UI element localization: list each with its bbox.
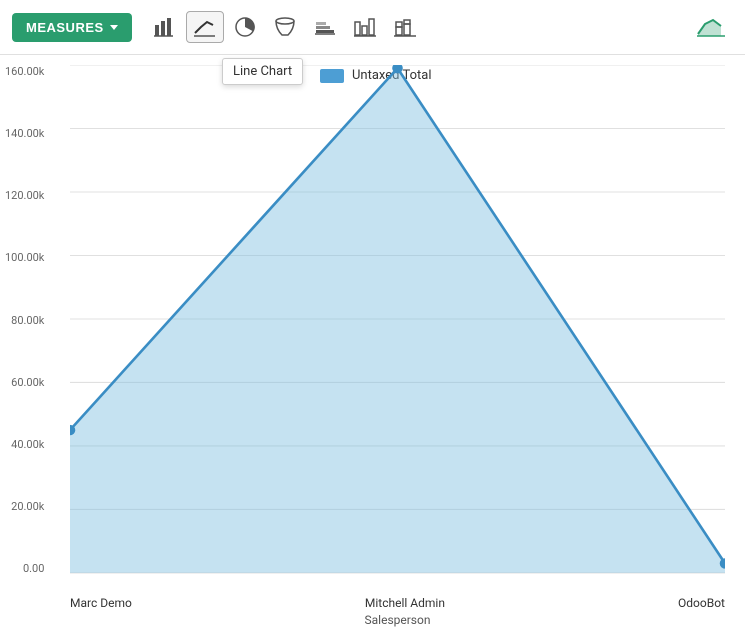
column2-icon [394,17,416,37]
line-chart-icon [194,17,216,37]
x-label-mitchell: Mitchell Admin [365,596,445,610]
tooltip-text: Line Chart [233,64,292,79]
funnel-icon [274,17,296,37]
stacked-bar-icon [314,17,336,37]
column1-icon [354,17,376,37]
funnel-button[interactable] [266,11,304,43]
toolbar: MEASURES [0,0,745,55]
chart-container: 160.00k 140.00k 120.00k 100.00k 80.00k 6… [0,55,745,625]
pie-chart-button[interactable] [226,11,264,43]
pie-chart-icon [234,17,256,37]
y-label-160k: 160.00k [5,65,44,78]
area-chart-button[interactable] [689,10,733,44]
line-chart-tooltip: Line Chart [222,58,303,85]
column2-button[interactable] [386,11,424,43]
y-label-40k: 40.00k [11,438,44,451]
y-label-120k: 120.00k [5,189,44,202]
chart-type-icons [146,11,424,43]
measures-button[interactable]: MEASURES [12,13,132,42]
bar-chart-icon [154,17,176,37]
x-axis-labels: Marc Demo Mitchell Admin OdooBot [70,596,725,610]
y-label-60k: 60.00k [11,376,44,389]
bar-chart-button[interactable] [146,11,184,43]
stacked-bar-button[interactable] [306,11,344,43]
line-chart-button[interactable] [186,11,224,43]
y-label-0: 0.00 [23,562,44,575]
x-label-marc: Marc Demo [70,596,132,610]
area-chart-icon [697,16,725,38]
y-label-100k: 100.00k [5,251,44,264]
measures-caret-icon [110,25,118,30]
measures-label: MEASURES [26,20,104,35]
column1-button[interactable] [346,11,384,43]
chart-svg [70,65,725,575]
x-label-odoobot: OdooBot [678,596,725,610]
chart-inner: 160.00k 140.00k 120.00k 100.00k 80.00k 6… [70,65,725,575]
y-label-140k: 140.00k [5,127,44,140]
y-label-80k: 80.00k [11,314,44,327]
area-chart-section [689,10,733,44]
y-label-20k: 20.00k [11,500,44,513]
y-axis: 160.00k 140.00k 120.00k 100.00k 80.00k 6… [5,65,44,575]
